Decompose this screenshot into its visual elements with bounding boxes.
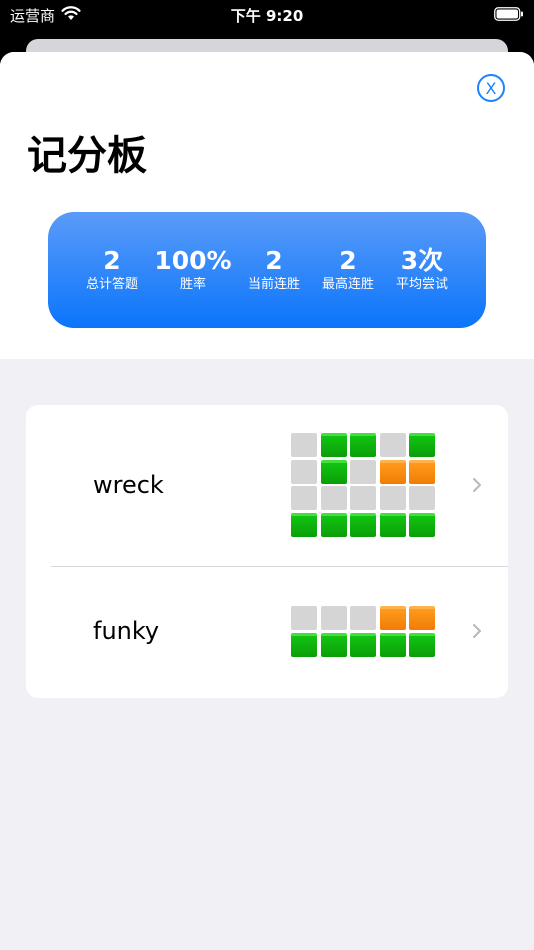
stat-value: 100% — [154, 246, 232, 275]
close-button[interactable]: X — [477, 74, 505, 102]
absent-cell — [291, 433, 317, 457]
absent-cell — [291, 486, 317, 510]
stat-total-played: 2 总计答题 — [68, 246, 156, 294]
correct-cell — [320, 433, 347, 457]
status-time: 下午 9:20 — [230, 7, 304, 25]
absent-cell — [379, 486, 406, 510]
absent-cell — [379, 433, 406, 457]
stat-value: 2 — [103, 246, 121, 275]
correct-cell — [409, 433, 435, 457]
scoreboard-sheet: X 记分板 2 总计答题 100% 胜率 2 当前连胜 2 最高连胜 3次 平均… — [0, 52, 534, 950]
stat-label: 总计答题 — [85, 277, 138, 292]
absent-cell — [291, 459, 317, 484]
correct-cell — [379, 512, 406, 537]
absent-cell — [291, 606, 317, 630]
correct-cell — [291, 512, 317, 537]
battery-icon — [494, 7, 523, 21]
present-cell — [409, 459, 435, 484]
chevron-right-icon — [473, 478, 481, 492]
absent-cell — [350, 486, 376, 510]
history-row-wreck[interactable]: wreck — [26, 405, 508, 566]
correct-cell — [291, 632, 317, 657]
absent-cell — [350, 459, 376, 484]
correct-cell — [350, 632, 376, 657]
history-row-funky[interactable]: funky — [26, 567, 508, 698]
absent-cell — [350, 606, 376, 630]
present-cell — [379, 459, 406, 484]
correct-cell — [409, 512, 435, 537]
history-card: wreck funky — [26, 405, 508, 698]
chevron-right-icon — [473, 624, 481, 638]
page-title: 记分板 — [27, 133, 147, 179]
stats-panel: 2 总计答题 100% 胜率 2 当前连胜 2 最高连胜 3次 平均尝试 — [48, 212, 486, 328]
correct-cell — [320, 459, 347, 484]
close-icon: X — [485, 78, 497, 98]
correct-cell — [320, 632, 347, 657]
row-word: wreck — [93, 471, 164, 499]
sheet-header: X 记分板 2 总计答题 100% 胜率 2 当前连胜 2 最高连胜 3次 平均… — [0, 52, 534, 359]
present-cell — [379, 606, 406, 630]
correct-cell — [350, 433, 376, 457]
stat-win-rate: 100% 胜率 — [149, 246, 237, 294]
absent-cell — [409, 486, 435, 510]
correct-cell — [379, 632, 406, 657]
stat-label: 平均尝试 — [395, 277, 448, 292]
status-bar: 运营商 下午 9:20 — [0, 0, 534, 30]
correct-cell — [320, 512, 347, 537]
correct-cell — [409, 632, 435, 657]
absent-cell — [320, 606, 347, 630]
stat-avg-attempts: 3次 平均尝试 — [378, 246, 466, 294]
stat-label: 胜率 — [179, 277, 206, 292]
absent-cell — [320, 486, 347, 510]
present-cell — [409, 606, 435, 630]
row-word: funky — [93, 617, 160, 645]
correct-cell — [350, 512, 376, 537]
stat-value: 3次 — [400, 246, 444, 275]
